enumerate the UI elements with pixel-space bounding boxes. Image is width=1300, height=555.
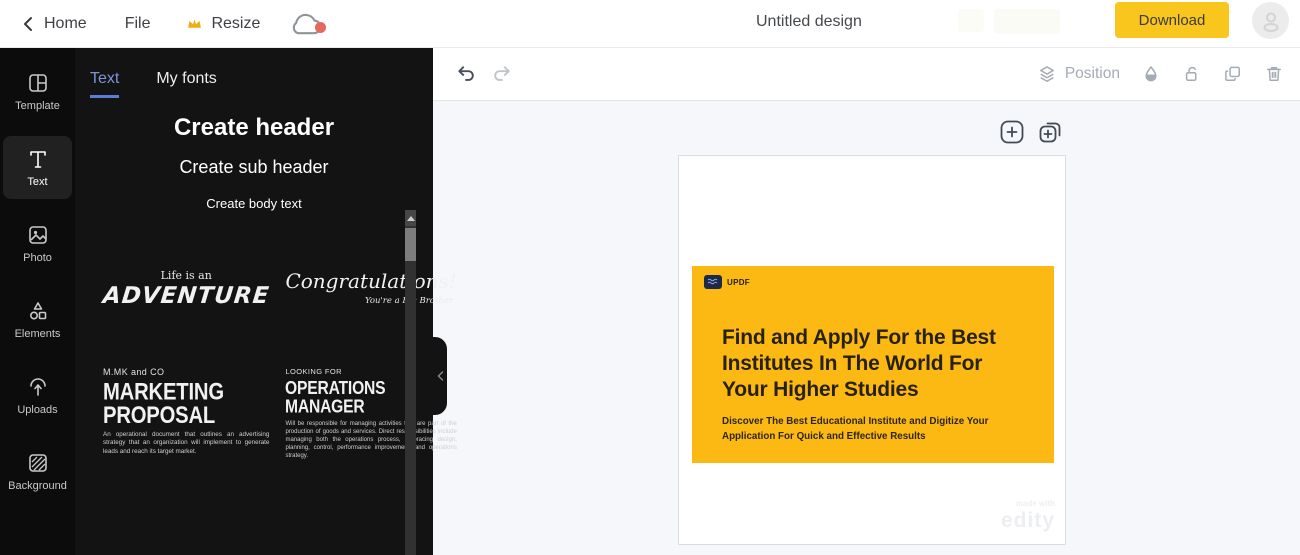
duplicate-button[interactable] [1223, 64, 1243, 84]
sidebar-item-text[interactable]: Text [3, 136, 72, 199]
style-top-text: LOOKING FOR [285, 367, 456, 376]
panel-collapse-handle[interactable] [433, 337, 447, 415]
droplet-icon [1141, 64, 1161, 84]
redo-icon [490, 63, 513, 86]
undo-icon [455, 63, 478, 86]
canvas-area[interactable]: UPDF Find and Apply For the Best Institu… [433, 102, 1300, 555]
resize-button[interactable]: Resize [186, 15, 260, 33]
duplicate-page-button[interactable] [1037, 119, 1063, 145]
home-label: Home [44, 15, 87, 33]
crown-icon [186, 16, 203, 31]
create-header-button[interactable]: Create header [75, 114, 433, 142]
add-page-button[interactable] [999, 119, 1025, 145]
font-style-operations-manager[interactable]: LOOKING FOR OPERATIONS MANAGER Will be r… [285, 367, 456, 460]
lock-button[interactable] [1182, 64, 1202, 84]
position-button[interactable]: Position [1037, 64, 1120, 84]
sidebar-item-template[interactable]: Template [3, 60, 72, 123]
user-icon [1259, 9, 1283, 33]
style-main-text: ADVENTURE [102, 283, 271, 309]
panel-tabs: Text My fonts [75, 48, 433, 98]
home-button[interactable]: Home [22, 15, 87, 33]
sidebar-item-label: Elements [15, 328, 61, 340]
tab-my-fonts[interactable]: My fonts [156, 70, 216, 98]
layers-icon [1037, 64, 1057, 84]
brand-name: UPDF [727, 278, 750, 287]
delete-button[interactable] [1264, 64, 1284, 84]
text-panel: Text My fonts Create header Create sub h… [75, 48, 433, 555]
collapse-chevron-icon [437, 371, 444, 381]
elements-icon [26, 299, 50, 323]
cloud-sync-button[interactable] [288, 10, 324, 37]
style-main-text: OPERATIONS MANAGER [285, 379, 443, 416]
unlock-icon [1182, 64, 1202, 84]
sidebar-item-label: Template [15, 100, 60, 112]
plus-duplicate-icon [1037, 119, 1063, 145]
style-top-text: Life is an [103, 269, 269, 282]
resize-label: Resize [211, 15, 260, 33]
canvas-toolbar: Position [433, 48, 1300, 101]
ghost-element [958, 9, 984, 32]
create-bodytext-button[interactable]: Create body text [75, 196, 433, 211]
transparency-button[interactable] [1141, 64, 1161, 84]
file-menu-button[interactable]: File [125, 15, 151, 33]
sidebar-item-label: Photo [23, 252, 52, 264]
watermark-brand: edity [1001, 510, 1055, 531]
scrollbar-thumb[interactable] [405, 228, 416, 261]
sidebar-item-label: Uploads [17, 404, 57, 416]
style-top-text: M.MK and CO [103, 367, 269, 377]
template-icon [26, 71, 50, 95]
sidebar-item-background[interactable]: Background [3, 440, 72, 503]
upload-icon [26, 375, 50, 399]
sidebar: Template Text Photo Elements Uploads [0, 48, 75, 555]
updf-logo-icon [704, 275, 722, 289]
style-body-text: Will be responsible for managing activit… [285, 420, 456, 460]
style-main-text: MARKETING PROPOSAL [103, 380, 256, 428]
font-style-congratulations[interactable]: Congratulations! You're a Big Brother [285, 269, 456, 309]
style-sub-text: You're a Big Brother [285, 296, 456, 306]
create-subheader-button[interactable]: Create sub header [75, 157, 433, 178]
duplicate-icon [1223, 64, 1243, 84]
sidebar-item-label: Background [8, 480, 67, 492]
sidebar-item-elements[interactable]: Elements [3, 288, 72, 351]
plus-square-icon [999, 119, 1025, 145]
back-chevron-icon [22, 16, 34, 32]
redo-button[interactable] [490, 63, 513, 86]
trash-icon [1264, 64, 1284, 84]
undo-button[interactable] [455, 63, 478, 86]
ghost-element [994, 9, 1060, 34]
text-icon [26, 147, 50, 171]
font-style-marketing-proposal[interactable]: M.MK and CO MARKETING PROPOSAL An operat… [103, 367, 269, 460]
font-styles-grid: Life is an ADVENTURE Congratulations! Yo… [75, 269, 433, 460]
brand-logo: UPDF [704, 275, 750, 289]
position-label: Position [1065, 65, 1120, 83]
avatar[interactable] [1252, 2, 1289, 39]
font-style-adventure[interactable]: Life is an ADVENTURE [103, 269, 269, 309]
top-bar: Home File Resize Untitled design Downloa… [0, 0, 1300, 48]
sidebar-item-uploads[interactable]: Uploads [3, 364, 72, 427]
style-body-text: An operational document that outlines an… [103, 431, 269, 457]
watermark-text: made with [1001, 500, 1055, 508]
up-arrow-icon [407, 216, 415, 221]
banner-subheading[interactable]: Discover The Best Educational Institute … [722, 415, 1014, 444]
design-title[interactable]: Untitled design [756, 13, 862, 31]
banner-heading[interactable]: Find and Apply For the Best Institutes I… [722, 325, 1016, 403]
scroll-up-button[interactable] [405, 210, 416, 226]
file-label: File [125, 15, 151, 33]
download-button[interactable]: Download [1115, 2, 1229, 38]
sidebar-item-label: Text [27, 176, 47, 188]
design-banner[interactable]: UPDF Find and Apply For the Best Institu… [692, 266, 1054, 463]
watermark: made with edity [1001, 500, 1055, 531]
artboard-page[interactable]: UPDF Find and Apply For the Best Institu… [678, 155, 1066, 545]
sync-status-dot [315, 22, 326, 33]
background-icon [26, 451, 50, 475]
photo-icon [26, 223, 50, 247]
panel-scrollbar[interactable] [405, 210, 416, 555]
tab-text[interactable]: Text [90, 70, 119, 98]
style-main-text: Congratulations! [285, 269, 456, 293]
sidebar-item-photo[interactable]: Photo [3, 212, 72, 275]
